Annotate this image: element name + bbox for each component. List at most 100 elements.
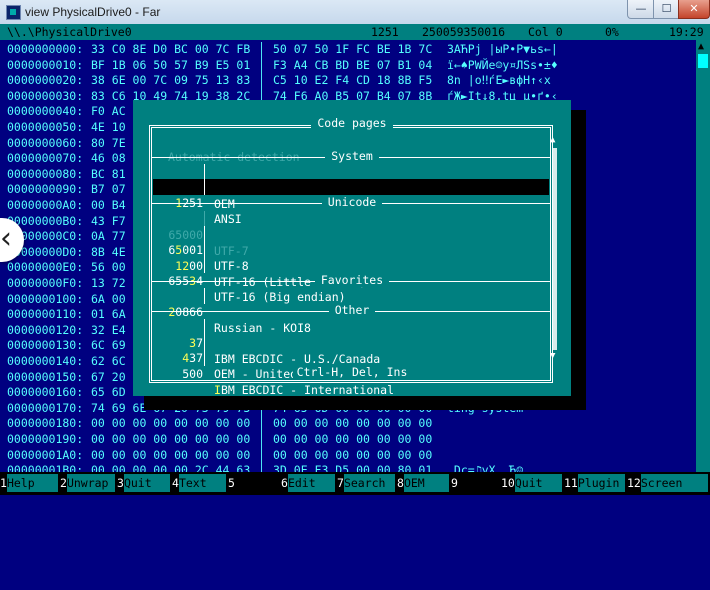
minimize-button[interactable]: —: [627, 0, 655, 19]
hex-bytes: 50 07 50 1F FC BE 1B 7C: [273, 42, 433, 56]
hex-offset: 00000001A0:: [7, 447, 84, 462]
codepage-item-utf16be[interactable]: 65534 UTF-16 (Big endian): [153, 257, 551, 304]
codepage-item-koi8[interactable]: 20866 Russian - KOI8: [153, 288, 551, 335]
scroll-up-icon[interactable]: ▲: [698, 41, 704, 52]
hex-bytes: F3 A4 CB BD BE 07 B1 04: [273, 57, 433, 72]
section-unicode-label: Unicode: [133, 195, 571, 209]
fkey-number: 2: [60, 474, 67, 492]
hex-bytes: 4E 10: [91, 120, 126, 134]
hex-offset: 0000000030:: [7, 88, 84, 103]
fkey-label: Edit: [287, 474, 335, 492]
fkey-7[interactable]: 7Search: [337, 474, 395, 492]
hex-bytes: 00 00 00 00 00 00 00 00: [273, 416, 433, 431]
fkey-number: 5: [228, 474, 235, 492]
fkey-label: Help: [6, 474, 58, 492]
hex-offset: 00000000A0:: [7, 198, 84, 212]
section-other-label: Other: [133, 303, 571, 317]
fkey-3[interactable]: 3Quit: [117, 474, 170, 492]
section-system-label: System: [133, 149, 571, 163]
auto-detection-item[interactable]: Automatic detection: [153, 133, 551, 164]
hex-bytes: 80 7E: [91, 135, 126, 150]
fkey-label: Screen: [640, 474, 708, 492]
percent-indicator: 0%: [605, 25, 619, 39]
hex-offset: 0000000120:: [7, 322, 84, 337]
hex-offset: 0000000130:: [7, 338, 84, 353]
hex-bytes: F0 AC: [91, 104, 126, 119]
dialog-title: Code pages: [133, 116, 571, 130]
hex-offset: 0000000000:: [7, 42, 84, 56]
fkey-number: 8: [397, 474, 404, 492]
viewer-status-line: \\.\PhysicalDrive0 1251 250059350016 Col…: [0, 24, 710, 40]
hex-bytes: 00 00 00 00 00 00 00 00: [91, 416, 251, 431]
hex-bytes: 32 E4: [91, 322, 126, 337]
maximize-button[interactable]: ☐: [653, 0, 680, 19]
hex-offset: 0000000140:: [7, 354, 84, 368]
hex-bytes: 00 00 00 00 00 00 00 00: [273, 432, 433, 446]
hex-bytes: BC 81: [91, 166, 126, 181]
hex-offset: 0000000010:: [7, 57, 84, 72]
hex-bytes: 8B 4E: [91, 244, 126, 259]
hex-bytes: 6A 00: [91, 291, 126, 306]
fkey-11[interactable]: 11Plugin: [564, 474, 625, 492]
hex-bytes: B7 07: [91, 182, 126, 197]
hex-offset: 0000000050:: [7, 120, 84, 134]
codepage-item-ebcdic-intl[interactable]: 500 IBM EBCDIC - International: [153, 350, 551, 397]
fkey-number: 6: [281, 474, 288, 492]
dialog-scroll-down-icon[interactable]: ▼: [550, 352, 555, 361]
far-app-icon: [6, 5, 21, 20]
fkey-1[interactable]: 1Help: [0, 474, 58, 492]
dialog-hotkeys-hint: Ctrl-H, Del, Ins: [133, 365, 571, 379]
section-favorites-label: Favorites: [133, 273, 571, 287]
hex-bytes: 62 6C: [91, 354, 126, 368]
fkey-12[interactable]: 12Screen: [627, 474, 708, 492]
hex-offset: 0000000190:: [7, 432, 84, 446]
hex-bytes: 00 00 00 00 00 00 00 00: [273, 447, 433, 462]
fkey-label: Quit: [514, 474, 562, 492]
hex-offset: 0000000150:: [7, 369, 84, 384]
function-key-bar: 1Help 2Unwrap 3Quit 4Text 5 6Edit 7Search 8OEM 9…: [0, 472, 710, 495]
close-button[interactable]: ✕: [678, 0, 710, 19]
hex-offset: 0000000180:: [7, 416, 84, 431]
fkey-number: 11: [564, 474, 578, 492]
window-title: view PhysicalDrive0 - Far: [25, 5, 161, 19]
viewer-scrollbar[interactable]: ▲: [696, 40, 710, 472]
hex-bytes: 43 F7: [91, 213, 126, 228]
codepage-item-oem-us[interactable]: 437 OEM - United States: [153, 334, 551, 381]
codepage-item-oem[interactable]: 866 OEM: [153, 164, 551, 211]
fkey-2[interactable]: 2Unwrap: [60, 474, 115, 492]
hex-bytes: C5 10 E2 F4 CD 18 8B F5: [273, 73, 433, 88]
hex-bytes: BF 1B 06 50 57 B9 E5 01: [91, 57, 251, 72]
hex-bytes: 13 72: [91, 276, 126, 290]
file-size: 250059350016: [422, 25, 506, 39]
codepage-indicator: 1251: [371, 25, 399, 39]
codepage-item-ebcdic-us[interactable]: 37 IBM EBCDIC - U.S./Canada: [153, 319, 551, 366]
fkey-number: 12: [627, 474, 641, 492]
dialog-scrollbar[interactable]: ▲ ▼: [550, 136, 559, 361]
dialog-scroll-up-icon[interactable]: ▲: [550, 136, 555, 145]
dialog-scroll-track[interactable]: [552, 148, 557, 350]
code-pages-dialog: Code pages Automatic detection System 86…: [133, 100, 571, 397]
fkey-5[interactable]: 5: [228, 474, 279, 492]
fkey-8[interactable]: 8OEM: [397, 474, 449, 492]
fkey-label: Text: [178, 474, 226, 492]
hex-offset: 0000000070:: [7, 151, 84, 166]
codepage-item-ansi[interactable]: 1251 ANSI: [153, 179, 549, 226]
fkey-4[interactable]: 4Text: [172, 474, 226, 492]
hex-bytes: 38 6E 00 7C 09 75 13 83: [91, 73, 251, 88]
hex-bytes: 00 B4: [91, 198, 126, 212]
hex-bytes: 46 08: [91, 151, 126, 166]
hex-bytes: 67 20: [91, 369, 126, 384]
codepage-item-utf7[interactable]: 65000 UTF-7: [153, 211, 551, 258]
fkey-label: Unwrap: [66, 474, 115, 492]
codepage-item-utf16le[interactable]: 1200 UTF-16 (Little endian): [153, 242, 551, 289]
hex-offset: 00000000F0:: [7, 276, 84, 290]
scroll-thumb[interactable]: [698, 54, 708, 68]
hex-offset: 0000000020:: [7, 73, 84, 88]
hex-bytes: 65 6D: [91, 385, 126, 400]
window-titlebar: view PhysicalDrive0 - Far — ☐ ✕: [0, 0, 710, 25]
fkey-9[interactable]: 9: [451, 474, 499, 492]
codepage-item-utf8[interactable]: 65001 UTF-8: [153, 226, 551, 273]
fkey-10[interactable]: 10Quit: [501, 474, 562, 492]
hex-bytes: 0A 77: [91, 229, 126, 244]
fkey-6[interactable]: 6Edit: [281, 474, 335, 492]
